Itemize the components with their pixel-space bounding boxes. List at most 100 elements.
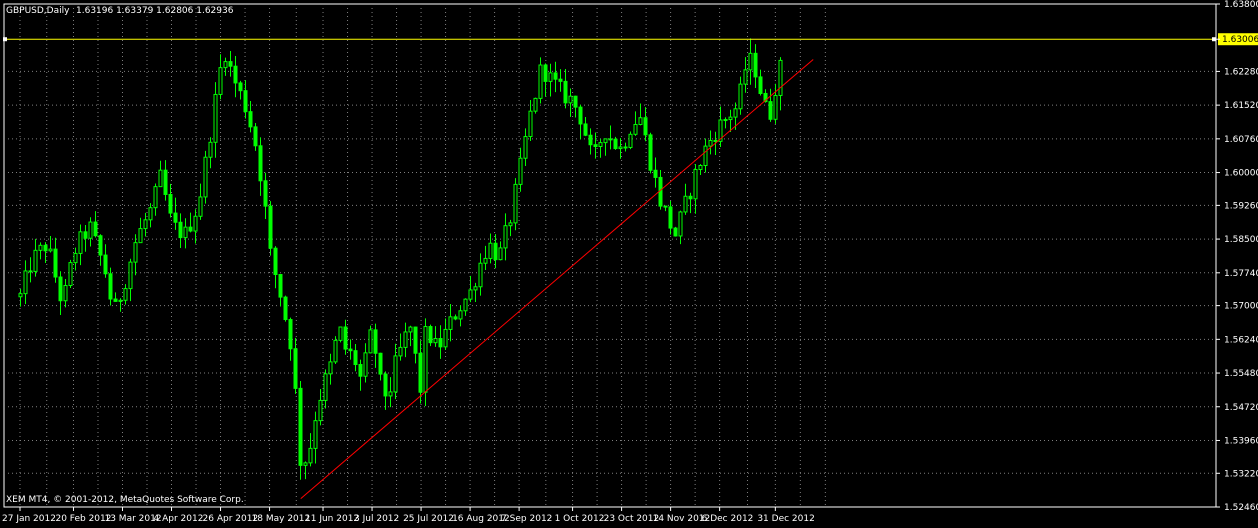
candle-body [53,248,58,278]
candle-body [643,117,648,136]
candle-body [148,207,153,221]
candle-body [393,355,398,393]
candle-body [78,231,83,254]
candle-body [318,399,323,422]
candle-body [588,134,593,146]
candle-body [223,61,228,69]
candle-body [163,169,168,195]
candle-body [448,316,453,330]
candle-body [218,67,223,95]
candle-body [98,235,103,256]
candle-body [423,326,428,393]
candle-body [293,348,298,389]
candle-body [138,228,143,244]
candle-body [488,242,493,259]
candle-body [258,145,263,182]
candle-body [73,252,78,264]
candle-body [288,319,293,350]
grid [3,3,1217,508]
candle-body [63,284,68,302]
candle-body [673,227,678,237]
candle-body [768,101,773,120]
candle-body [738,83,743,110]
candle-body [368,329,373,354]
trendline[interactable] [300,59,814,499]
candle-body [523,136,528,159]
candle-body [663,205,668,208]
candle-body [513,183,518,224]
candle-body [693,168,698,200]
candle-body [183,226,188,239]
x-tick-label: 25 Jul 2012 [403,514,454,524]
candle-body [208,141,213,158]
candle-body [403,331,408,348]
chart-canvas[interactable]: 1.63006 1.63800 1.62280 1.61520 1.60760 1.60… [0,0,1258,524]
candle-body [773,94,778,120]
candle-body [553,72,558,80]
candle-body [628,133,633,148]
candle-body [203,156,208,198]
candle-body [313,420,318,449]
candle-body [493,242,498,261]
candle-body [118,299,123,302]
candle-body [143,219,148,230]
x-tick-label: 7 Sep 2012 [501,514,552,524]
y-tick-label: 1.60760 [1224,135,1258,145]
price-axis: 1.63800 1.62280 1.61520 1.60760 1.60000 1.592… [1216,0,1258,513]
candle-body [508,222,513,227]
candle-body [733,108,738,118]
candle-body [433,338,438,344]
candle-body [633,123,638,135]
candle-body [58,276,63,302]
y-tick-label: 1.57740 [1224,269,1258,279]
candle-body [703,145,708,167]
candle-body [648,134,653,171]
candle-body [283,296,288,321]
candle-body [558,78,563,82]
overlays[interactable]: 1.63006 [3,33,1258,499]
candle-body [158,169,163,188]
candle-body [778,59,783,96]
x-tick-label: 23 Oct 2012 [604,514,660,524]
candle-body [303,462,308,466]
candle-body [533,97,538,112]
candle-body [128,261,133,290]
candle-body [113,298,118,302]
candle-body [728,116,733,121]
candle-body [578,106,583,125]
candle-body [353,350,358,366]
candle-body [233,65,238,84]
candle-body [308,447,313,464]
candle-body [243,90,248,113]
candle-body [548,72,553,82]
hline-left-handle[interactable] [3,37,7,42]
price-chart[interactable]: 1.63006 1.63800 1.62280 1.61520 1.60760 1.60… [0,0,1258,524]
candle-body [103,254,108,275]
candle-body [48,248,53,252]
candle-body [43,244,48,252]
candle-body [248,111,253,128]
hline-right-handle[interactable] [1212,37,1216,42]
x-tick-label: 31 Dec 2012 [757,514,815,524]
candle-body [213,93,218,143]
candle-body [378,352,383,375]
candle-body [168,193,173,214]
candle-body [198,196,203,217]
candle-body [528,110,533,138]
candle-body [443,328,448,348]
candle-body [18,293,23,298]
candle-body [753,52,758,78]
candle-body [153,186,158,209]
ohlc-values: 1.63196 1.63379 1.62806 1.62936 [76,6,234,16]
y-tick-label: 1.53960 [1224,436,1258,446]
candle-body [68,262,73,286]
candle-body [623,146,628,149]
candle-body [518,157,523,185]
candle-body [418,352,423,393]
candle-body [228,61,233,67]
candle-body [28,270,33,273]
candle-body [473,286,478,291]
candle-body [173,212,178,223]
candle-body [323,373,328,401]
candle-body [698,165,703,170]
